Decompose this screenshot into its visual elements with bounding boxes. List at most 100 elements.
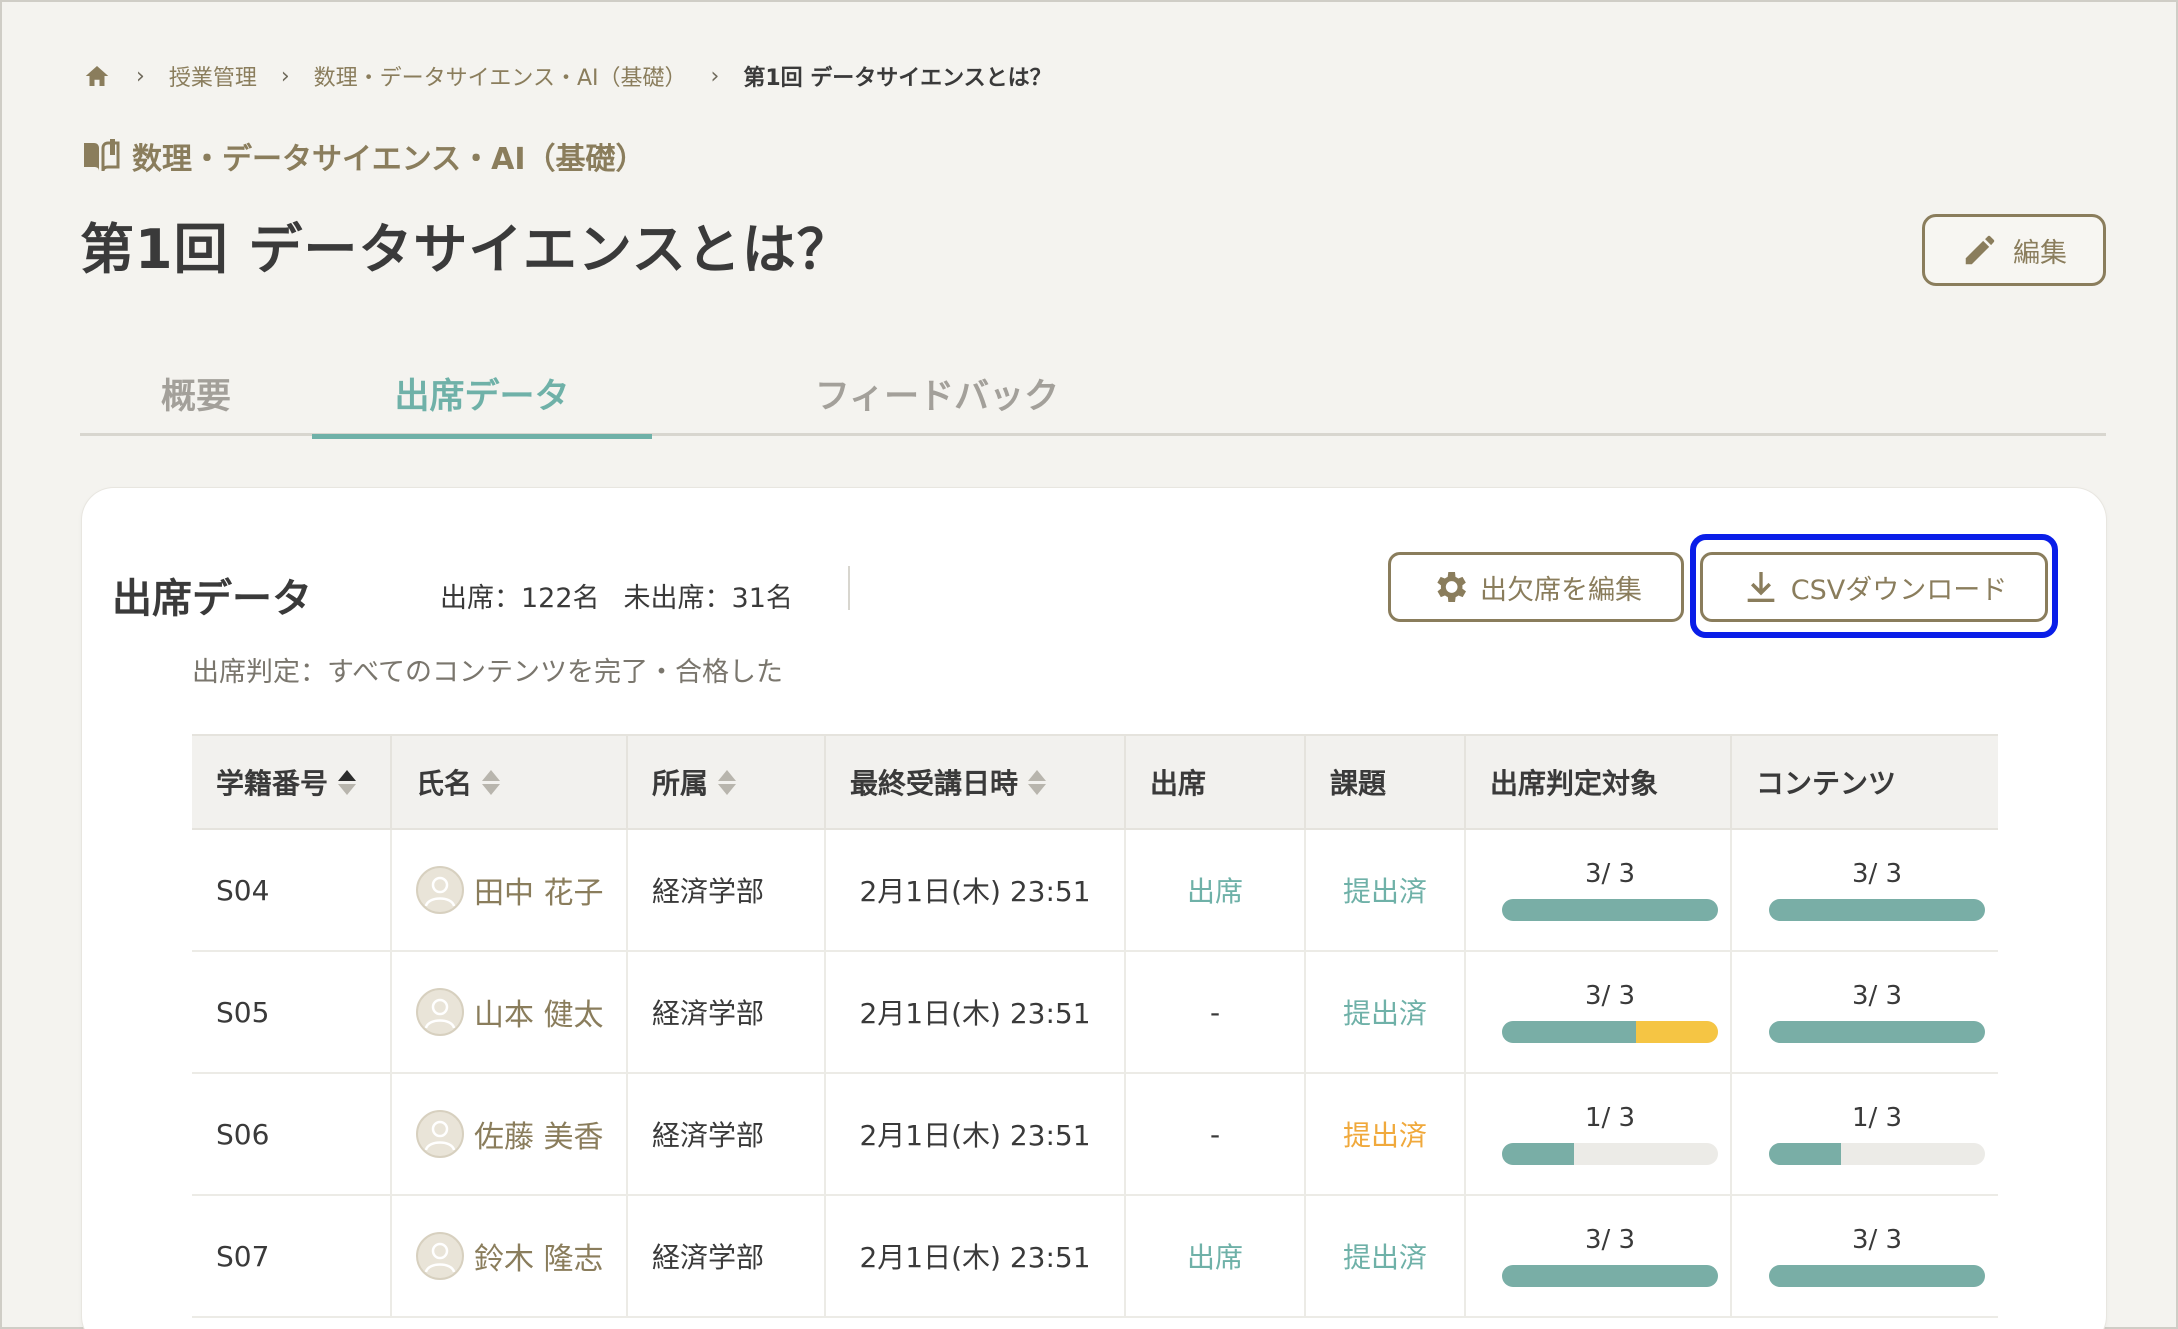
header-department[interactable]: 所属	[628, 736, 826, 828]
attendance-target-progress: 3/ 3	[1466, 1196, 1732, 1316]
tab-feedback[interactable]: フィードバック	[712, 350, 1162, 436]
student-id: S07	[192, 1196, 392, 1316]
attendance-target-progress: 3/ 3	[1466, 830, 1732, 950]
progress-label: 3/ 3	[1851, 981, 1903, 1011]
department: 経済学部	[628, 952, 826, 1072]
last-attended: 2月1日(木) 23:51	[826, 952, 1126, 1072]
assignment-status: 提出済	[1306, 1074, 1466, 1194]
student-id: S06	[192, 1074, 392, 1194]
breadcrumb-item-class-management[interactable]: 授業管理	[169, 60, 257, 92]
sort-icon[interactable]	[1028, 769, 1047, 795]
user-icon	[424, 998, 456, 1029]
edit-button[interactable]: 編集	[1922, 214, 2106, 286]
department: 経済学部	[628, 830, 826, 950]
student-name-link[interactable]: 佐藤 美香	[474, 1112, 604, 1156]
header-name[interactable]: 氏名	[392, 736, 628, 828]
avatar	[416, 1110, 464, 1158]
progress-fill-partial	[1635, 1021, 1718, 1043]
student-name-cell: 田中 花子	[392, 830, 628, 950]
progress-label: 3/ 3	[1851, 1225, 1903, 1255]
student-name-cell: 山本 健太	[392, 952, 628, 1072]
breadcrumb-current: 第1回 データサイエンスとは？	[743, 66, 1052, 91]
progress-fill	[1502, 899, 1718, 921]
attendance-criteria: 出席判定：すべてのコンテンツを完了・合格した	[192, 657, 784, 688]
student-name-link[interactable]: 田中 花子	[474, 868, 604, 912]
progress-bar	[1769, 1021, 1985, 1043]
attendance-target-progress: 3/ 3	[1466, 952, 1732, 1072]
user-icon	[424, 876, 456, 907]
section-title: 出席データ	[112, 576, 312, 622]
tab-overview[interactable]: 概要	[80, 350, 312, 436]
chevron-right-icon: ›	[280, 63, 290, 89]
last-attended: 2月1日(木) 23:51	[826, 1074, 1126, 1194]
progress-label: 3/ 3	[1851, 859, 1903, 889]
attended-count: 出席：122名	[440, 583, 600, 614]
department: 経済学部	[628, 1196, 826, 1316]
header-contents: コンテンツ	[1756, 767, 1897, 800]
edit-button-label: 編集	[2013, 237, 2067, 269]
header-label: 所属	[652, 767, 709, 800]
chevron-right-icon: ›	[710, 63, 720, 89]
table-row: S06 佐藤 美香 経済学部 2月1日(木) 23:51 - 提出済 1/ 3 …	[192, 1074, 1998, 1196]
progress-label: 3/ 3	[1584, 1225, 1636, 1255]
student-name-cell: 鈴木 隆志	[392, 1196, 628, 1316]
progress-bar	[1769, 1265, 1985, 1287]
attendance-status: -	[1126, 952, 1306, 1072]
tab-attendance-data[interactable]: 出席データ	[312, 350, 652, 439]
attendance-status: 出席	[1126, 830, 1306, 950]
student-name-cell: 佐藤 美香	[392, 1074, 628, 1194]
absent-count: 未出席：31名	[623, 583, 793, 614]
progress-fill	[1769, 899, 1985, 921]
edit-attendance-button[interactable]: 出欠席を編集	[1388, 552, 1684, 622]
progress-label: 3/ 3	[1584, 859, 1636, 889]
progress-bar	[1769, 899, 1985, 921]
progress-bar	[1502, 1143, 1718, 1165]
progress-fill	[1502, 1265, 1718, 1287]
header-last-attended[interactable]: 最終受講日時	[826, 736, 1126, 828]
header-attendance: 出席	[1126, 736, 1306, 828]
progress-fill	[1502, 1021, 1636, 1043]
header-label: 学籍番号	[216, 767, 329, 800]
pencil-icon	[1965, 235, 1995, 265]
progress-fill	[1769, 1143, 1841, 1165]
avatar	[416, 988, 464, 1036]
department: 経済学部	[628, 1074, 826, 1194]
user-icon	[424, 1242, 456, 1273]
student-name-link[interactable]: 山本 健太	[474, 990, 604, 1034]
last-attended: 2月1日(木) 23:51	[826, 1196, 1126, 1316]
course-name: 数理・データサイエンス・AI（基礎）	[132, 142, 646, 177]
progress-label: 1/ 3	[1584, 1103, 1636, 1133]
contents-progress: 3/ 3	[1732, 952, 1998, 1072]
progress-label: 3/ 3	[1584, 981, 1636, 1011]
header-student-id[interactable]: 学籍番号	[192, 736, 392, 828]
edit-attendance-label: 出欠席を編集	[1480, 574, 1642, 606]
table-header: 学籍番号 氏名 所属 最終受講日時 出席 課題 出席判定対象 コンテンツ	[192, 734, 1998, 830]
progress-fill	[1769, 1265, 1985, 1287]
csv-download-label: CSVダウンロード	[1790, 574, 2008, 606]
progress-fill	[1502, 1143, 1574, 1165]
progress-label: 1/ 3	[1851, 1103, 1903, 1133]
gear-icon	[1437, 572, 1466, 602]
progress-bar	[1769, 1143, 1985, 1165]
sort-icon[interactable]	[718, 769, 737, 795]
header-attendance-target: 出席判定対象	[1466, 736, 1732, 828]
home-icon[interactable]	[82, 61, 112, 91]
sort-icon[interactable]	[482, 769, 501, 795]
header-label: 氏名	[416, 767, 473, 800]
progress-bar	[1502, 1021, 1718, 1043]
attendance-status: 出席	[1126, 1196, 1306, 1316]
assignment-status: 提出済	[1306, 1196, 1466, 1316]
user-icon	[424, 1120, 456, 1151]
breadcrumb-item-course[interactable]: 数理・データサイエンス・AI（基礎）	[314, 60, 687, 92]
table-row: S04 田中 花子 経済学部 2月1日(木) 23:51 出席 提出済 3/ 3…	[192, 830, 1998, 952]
csv-download-button[interactable]: CSVダウンロード	[1700, 552, 2048, 622]
contents-progress: 3/ 3	[1732, 1196, 1998, 1316]
course-label: 数理・データサイエンス・AI（基礎）	[82, 134, 645, 178]
student-name-link[interactable]: 鈴木 隆志	[474, 1234, 604, 1278]
header-label: 最終受講日時	[850, 767, 1019, 800]
sort-icon[interactable]	[338, 769, 357, 795]
breadcrumb: › 授業管理 › 数理・データサイエンス・AI（基礎） › 第1回 データサイエ…	[82, 58, 1052, 94]
progress-bar	[1502, 899, 1718, 921]
avatar	[416, 1232, 464, 1280]
page-title: 第1回 データサイエンスとは？	[80, 218, 852, 281]
